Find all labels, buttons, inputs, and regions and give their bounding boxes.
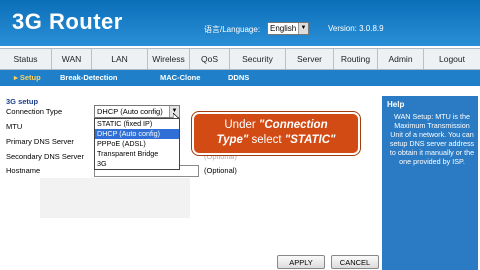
sub-nav: ▸ Setup Break-Detection MAC-Clone DDNS bbox=[0, 70, 480, 86]
nav-routing[interactable]: Routing bbox=[334, 49, 378, 69]
faded-background-area bbox=[40, 178, 190, 218]
nav-status[interactable]: Status bbox=[0, 49, 52, 69]
main-nav: Status WAN LAN Wireless QoS Security Ser… bbox=[0, 48, 480, 70]
nav-qos[interactable]: QoS bbox=[190, 49, 230, 69]
language-label: 语言/Language: bbox=[204, 25, 261, 34]
chevron-down-icon: ▼ bbox=[298, 23, 308, 34]
subnav-setup-label: Setup bbox=[19, 73, 41, 82]
option-pppoe[interactable]: PPPoE (ADSL) bbox=[95, 139, 179, 149]
nav-security[interactable]: Security bbox=[230, 49, 286, 69]
help-title: Help bbox=[387, 100, 405, 109]
subnav-setup[interactable]: ▸ Setup bbox=[14, 70, 41, 86]
callout-value: "STATIC" bbox=[284, 134, 336, 146]
subnav-ddns[interactable]: DDNS bbox=[228, 70, 249, 86]
callout-prefix: Under bbox=[224, 119, 259, 131]
option-transparent-bridge[interactable]: Transparent Bridge bbox=[95, 149, 179, 159]
subnav-mac-clone[interactable]: MAC-Clone bbox=[160, 70, 200, 86]
instruction-callout: Under "Connection Type" select "STATIC" bbox=[192, 112, 360, 155]
nav-lan[interactable]: LAN bbox=[92, 49, 148, 69]
language-select[interactable]: English ▼ bbox=[267, 22, 309, 35]
primary-dns-label: Primary DNS Server bbox=[6, 137, 74, 146]
connection-type-select[interactable]: DHCP (Auto config) ▼ bbox=[94, 105, 180, 118]
header-bar: 3G Router 语言/Language: English ▼ Version… bbox=[0, 0, 480, 46]
help-panel: Help WAN Setup: MTU is the Maximum Trans… bbox=[382, 96, 478, 270]
nav-wan[interactable]: WAN bbox=[52, 49, 92, 69]
option-dhcp[interactable]: DHCP (Auto config) bbox=[95, 129, 179, 139]
option-static[interactable]: STATIC (fixed IP) bbox=[95, 119, 179, 129]
callout-emph-1: "Connection bbox=[258, 119, 328, 131]
cancel-button[interactable]: CANCEL bbox=[331, 255, 379, 269]
connection-type-label: Connection Type bbox=[6, 107, 63, 116]
callout-emph-2: Type" bbox=[216, 134, 249, 146]
help-text: WAN Setup: MTU is the Maximum Transmissi… bbox=[389, 112, 475, 166]
mtu-label: MTU bbox=[6, 122, 23, 131]
language-value: English bbox=[270, 24, 297, 33]
callout-line-1: Under "Connection bbox=[194, 118, 358, 133]
version-text: Version: 3.0.8.9 bbox=[328, 24, 384, 33]
optional-text: (Optional) bbox=[204, 166, 237, 175]
hostname-label: Hostname bbox=[6, 166, 41, 175]
section-title: 3G setup bbox=[6, 97, 39, 106]
callout-line-2: Type" select "STATIC" bbox=[194, 133, 358, 148]
connection-type-dropdown[interactable]: STATIC (fixed IP) DHCP (Auto config) PPP… bbox=[94, 118, 180, 170]
subnav-break-detection[interactable]: Break-Detection bbox=[60, 70, 118, 86]
router-logo: 3G Router bbox=[12, 9, 123, 34]
secondary-dns-label: Secondary DNS Server bbox=[6, 152, 84, 161]
apply-button[interactable]: APPLY bbox=[277, 255, 325, 269]
callout-mid: select bbox=[248, 134, 285, 146]
nav-admin[interactable]: Admin bbox=[378, 49, 424, 69]
nav-logout[interactable]: Logout bbox=[424, 49, 480, 69]
option-3g[interactable]: 3G bbox=[95, 159, 179, 169]
nav-server[interactable]: Server bbox=[286, 49, 334, 69]
connection-type-value: DHCP (Auto config) bbox=[97, 107, 163, 116]
nav-wireless[interactable]: Wireless bbox=[148, 49, 190, 69]
